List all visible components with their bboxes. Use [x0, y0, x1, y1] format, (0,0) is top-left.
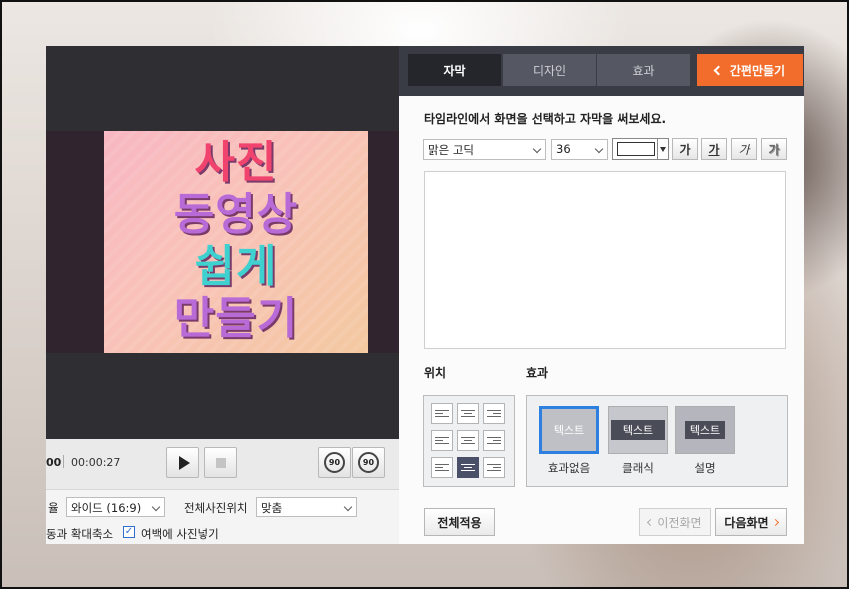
ratio-value: 와이드 (16:9): [71, 501, 142, 515]
photo-position-value: 맞춤: [261, 501, 283, 515]
effect-none-option[interactable]: 텍스트: [539, 406, 599, 454]
preview-shade-right: [368, 131, 399, 353]
play-button[interactable]: [166, 447, 199, 478]
photo-options: 율 와이드 (16:9) 전체사진위치 맞춤 동과 확대축소 ✓ 여백에 사진넣…: [46, 489, 399, 544]
effect-classic-option[interactable]: 텍스트: [608, 406, 668, 454]
stop-icon: [215, 457, 226, 468]
rotate-right-icon: 90: [358, 452, 379, 473]
previous-screen-label: 이전화면: [657, 515, 702, 530]
total-time: 00:00:27: [71, 456, 121, 469]
preview-text-line: 만들기: [173, 293, 299, 344]
shadow-button[interactable]: 가: [761, 138, 787, 160]
align-middle-right[interactable]: [483, 430, 505, 451]
time-divider: [63, 455, 64, 468]
rotate-left-button[interactable]: 90: [318, 447, 351, 478]
align-middle-center[interactable]: [457, 430, 479, 451]
fill-label: 여백에 사진넣기: [141, 527, 219, 541]
fill-checkbox[interactable]: ✓: [123, 526, 135, 538]
preview-panel: 사진 동영상 쉽게 만들기 00 00:00:27 90 90 율 와이드 (1: [46, 46, 399, 544]
preview-shade-left: [46, 131, 104, 353]
tab-design[interactable]: 디자인: [503, 54, 597, 86]
ratio-label: 율: [48, 501, 59, 515]
instruction-text: 타임라인에서 화면을 선택하고 자막을 써보세요.: [424, 112, 667, 126]
effect-description-option[interactable]: 텍스트: [675, 406, 735, 454]
tab-caption[interactable]: 자막: [408, 54, 502, 86]
preview-text-line: 동영상: [173, 189, 299, 240]
motion-label: 동과 확대축소: [46, 527, 114, 541]
effect-description-label: 설명: [694, 461, 716, 475]
apply-all-button[interactable]: 전체적용: [424, 508, 495, 536]
photo-position-select[interactable]: 맞춤: [256, 497, 357, 517]
tab-effect[interactable]: 효과: [597, 54, 691, 86]
effect-options: 텍스트 효과없음 텍스트 클래식 텍스트 설명: [526, 395, 788, 487]
next-screen-button[interactable]: 다음화면: [715, 508, 787, 536]
video-viewport: 사진 동영상 쉽게 만들기: [46, 46, 399, 439]
font-size-value: 36: [556, 142, 571, 156]
playback-controls: 00 00:00:27 90 90: [46, 439, 399, 489]
dropdown-arrow-icon: [657, 139, 668, 159]
effect-none-label: 효과없음: [547, 461, 591, 475]
position-grid: [423, 395, 515, 487]
preview-image: 사진 동영상 쉽게 만들기: [104, 131, 368, 353]
rotate-right-button[interactable]: 90: [352, 447, 385, 478]
align-bottom-left[interactable]: [431, 457, 453, 478]
quick-make-label: 간편만들기: [729, 63, 786, 78]
chevron-left-icon: [647, 518, 655, 526]
stop-button[interactable]: [204, 447, 237, 478]
underline-button[interactable]: 가: [701, 138, 727, 160]
chevron-down-icon: [343, 502, 353, 512]
chevron-down-icon: [532, 144, 542, 154]
effect-section-label: 효과: [526, 366, 549, 380]
photo-preview: 사진 동영상 쉽게 만들기: [46, 131, 399, 353]
position-label: 전체사진위치: [184, 501, 248, 515]
bold-button[interactable]: 가: [672, 138, 698, 160]
effect-classic-label: 클래식: [622, 461, 654, 475]
position-section-label: 위치: [424, 366, 447, 380]
previous-screen-button[interactable]: 이전화면: [639, 508, 711, 536]
effect-preview-chip: 텍스트: [610, 420, 666, 440]
effect-preview-chip: 텍스트: [553, 424, 585, 437]
chevron-down-icon: [594, 144, 604, 154]
align-middle-left[interactable]: [431, 430, 453, 451]
italic-button[interactable]: 가: [731, 138, 757, 160]
font-size-select[interactable]: 36: [551, 139, 608, 160]
next-screen-label: 다음화면: [724, 515, 769, 530]
caption-input[interactable]: [424, 171, 786, 349]
text-color-picker[interactable]: [612, 138, 669, 160]
current-time: 00: [46, 456, 62, 469]
tab-bar: 자막 디자인 효과 간편만들기: [399, 46, 804, 96]
chevron-right-icon: [771, 518, 779, 526]
align-top-center[interactable]: [457, 403, 479, 424]
align-bottom-center[interactable]: [457, 457, 479, 478]
chevron-left-icon: [713, 65, 724, 75]
color-swatch: [617, 142, 655, 156]
rotate-left-icon: 90: [324, 452, 345, 473]
caption-panel: 자막 디자인 효과 간편만들기 타임라인에서 화면을 선택하고 자막을 써보세요…: [399, 46, 804, 544]
align-top-left[interactable]: [431, 403, 453, 424]
preview-text-line: 쉽게: [194, 241, 278, 292]
font-family-select[interactable]: 맑은 고딕: [423, 139, 546, 160]
effect-preview-chip: 텍스트: [684, 421, 726, 439]
ratio-select[interactable]: 와이드 (16:9): [66, 497, 165, 517]
chevron-down-icon: [151, 502, 161, 512]
preview-text-line: 사진: [194, 137, 278, 188]
font-family-value: 맑은 고딕: [428, 143, 474, 157]
quick-make-button[interactable]: 간편만들기: [697, 54, 803, 86]
play-icon: [178, 455, 190, 470]
align-bottom-right[interactable]: [483, 457, 505, 478]
align-top-right[interactable]: [483, 403, 505, 424]
